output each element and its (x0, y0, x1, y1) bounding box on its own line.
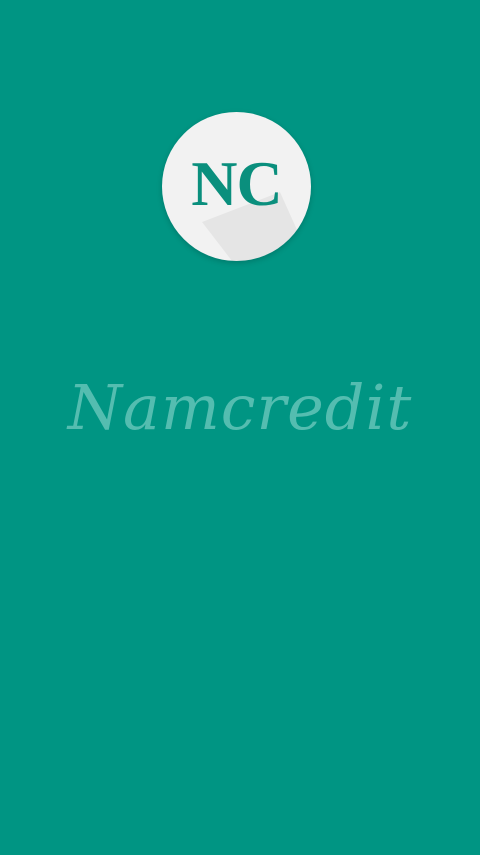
brand-name: Namcredit (67, 371, 413, 444)
splash-screen: NC Namcredit (0, 0, 480, 855)
app-logo: NC (162, 112, 311, 261)
logo-text: NC (191, 148, 282, 219)
